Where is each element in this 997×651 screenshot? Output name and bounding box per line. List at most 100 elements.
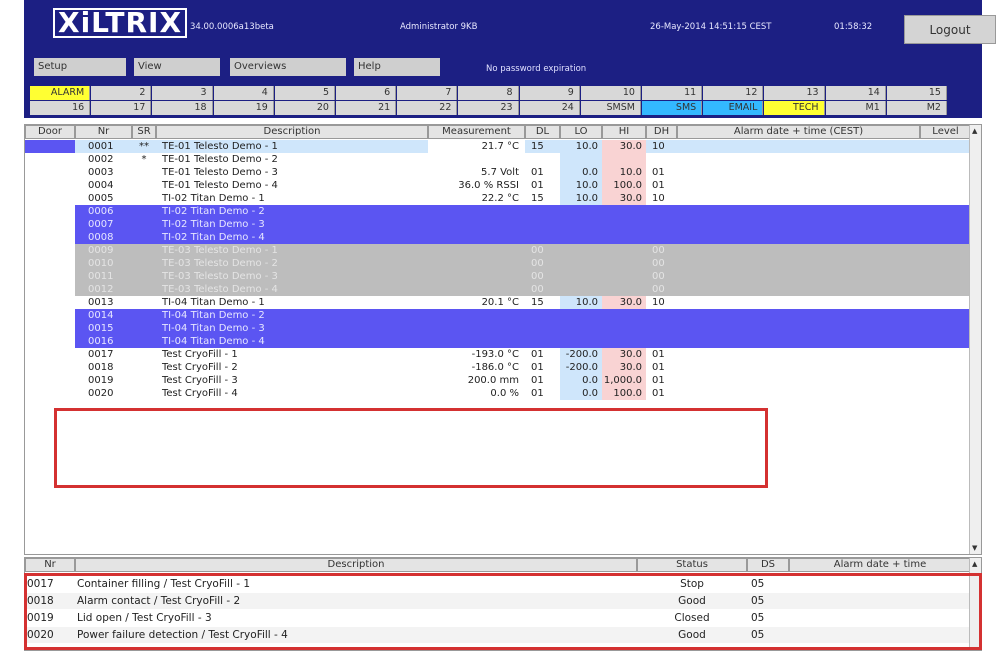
table-row[interactable]: 0004 TE-01 Telesto Demo - 4 36.0 % RSSI 01 1… bbox=[25, 179, 971, 192]
tab-16[interactable]: 16 bbox=[30, 101, 91, 115]
tab-8[interactable]: 8 bbox=[458, 86, 519, 100]
column-header-measurement[interactable]: Measurement bbox=[428, 125, 525, 139]
tab-alarm[interactable]: ALARM bbox=[30, 86, 91, 100]
table-row[interactable]: 0002 * TE-01 Telesto Demo - 2 bbox=[25, 153, 971, 166]
cell-door bbox=[25, 153, 75, 166]
tab-23[interactable]: 23 bbox=[458, 101, 519, 115]
column-header-sr[interactable]: SR bbox=[132, 125, 156, 139]
cell-meas bbox=[428, 244, 525, 257]
logout-button[interactable]: Logout bbox=[904, 15, 996, 44]
cell-dh: 10 bbox=[652, 297, 665, 308]
tab-4[interactable]: 4 bbox=[213, 86, 274, 100]
tab-m1[interactable]: M1 bbox=[825, 101, 886, 115]
vertical-scrollbar[interactable]: ▲ ▼ bbox=[969, 125, 981, 554]
tab-sms[interactable]: SMS bbox=[642, 101, 703, 115]
tab-email[interactable]: EMAIL bbox=[703, 101, 764, 115]
event-cell-status: Closed bbox=[674, 612, 710, 624]
column-header-door[interactable]: Door bbox=[25, 125, 75, 139]
table-row[interactable]: 0015 TI-04 Titan Demo - 3 bbox=[25, 322, 971, 335]
event-cell-status: Good bbox=[678, 595, 706, 607]
menu-setup[interactable]: Setup bbox=[34, 58, 126, 76]
column-header-hi[interactable]: HI bbox=[602, 125, 646, 139]
table-row[interactable]: 0010 TE-03 Telesto Demo - 2 00 00 bbox=[25, 257, 971, 270]
tab-5[interactable]: 5 bbox=[274, 86, 335, 100]
event-column-header-description[interactable]: Description bbox=[75, 558, 637, 572]
table-row[interactable]: 0009 TE-03 Telesto Demo - 1 00 00 bbox=[25, 244, 971, 257]
cell-level bbox=[920, 348, 971, 361]
tab-20[interactable]: 20 bbox=[274, 101, 335, 115]
cell-alarm bbox=[677, 348, 920, 361]
table-row[interactable]: 0007 TI-02 Titan Demo - 3 bbox=[25, 218, 971, 231]
tab-24[interactable]: 24 bbox=[519, 101, 580, 115]
scroll-up-icon[interactable]: ▲ bbox=[972, 127, 977, 135]
cell-alarm bbox=[677, 205, 920, 218]
tab-17[interactable]: 17 bbox=[91, 101, 152, 115]
tab-m2[interactable]: M2 bbox=[886, 101, 947, 115]
table-row[interactable]: 0019 Test CryoFill - 3 200.0 mm 01 0.0 1,000.… bbox=[25, 374, 971, 387]
table-row[interactable]: 0014 TI-04 Titan Demo - 2 bbox=[25, 309, 971, 322]
cell-door bbox=[25, 140, 75, 153]
event-row[interactable]: 0018 Alarm contact / Test CryoFill - 2 Goo… bbox=[25, 593, 971, 609]
column-header-level[interactable]: Level bbox=[920, 125, 971, 139]
column-header-nr[interactable]: Nr bbox=[75, 125, 132, 139]
table-row[interactable]: 0008 TI-02 Titan Demo - 4 bbox=[25, 231, 971, 244]
table-row[interactable]: 0012 TE-03 Telesto Demo - 4 00 00 bbox=[25, 283, 971, 296]
cell-level bbox=[920, 205, 971, 218]
cell-sr bbox=[132, 166, 156, 179]
table-row[interactable]: 0013 TI-04 Titan Demo - 1 20.1 °C 15 10.0 30.… bbox=[25, 296, 971, 309]
event-column-header-status[interactable]: Status bbox=[637, 558, 747, 572]
cell-desc: Test CryoFill - 2 bbox=[162, 362, 238, 373]
event-column-header-ds[interactable]: DS bbox=[747, 558, 789, 572]
table-row[interactable]: 0011 TE-03 Telesto Demo - 3 00 00 bbox=[25, 270, 971, 283]
table-row[interactable]: 0016 TI-04 Titan Demo - 4 bbox=[25, 335, 971, 348]
event-row[interactable]: 0020 Power failure detection / Test CryoF… bbox=[25, 627, 971, 643]
cell-dh: 01 bbox=[652, 375, 665, 386]
event-row[interactable]: 0019 Lid open / Test CryoFill - 3 Closed 05 bbox=[25, 610, 971, 626]
cell-meas bbox=[428, 231, 525, 244]
table-row[interactable]: 0006 TI-02 Titan Demo - 2 bbox=[25, 205, 971, 218]
tab-19[interactable]: 19 bbox=[213, 101, 274, 115]
menu-overviews[interactable]: Overviews bbox=[230, 58, 346, 76]
tab-smsm[interactable]: SMSM bbox=[580, 101, 641, 115]
menu-view[interactable]: View bbox=[134, 58, 220, 76]
tab-9[interactable]: 9 bbox=[519, 86, 580, 100]
tab-12[interactable]: 12 bbox=[703, 86, 764, 100]
event-column-header-alarm-date-time[interactable]: Alarm date + time bbox=[789, 558, 971, 572]
column-header-alarm-date-time-cest[interactable]: Alarm date + time (CEST) bbox=[677, 125, 920, 139]
cell-dh bbox=[646, 335, 677, 348]
tab-7[interactable]: 7 bbox=[397, 86, 458, 100]
column-header-dh[interactable]: DH bbox=[646, 125, 677, 139]
event-scroll-up-icon[interactable]: ▲ bbox=[972, 560, 977, 568]
scroll-down-icon[interactable]: ▼ bbox=[972, 544, 977, 552]
table-row[interactable]: 0018 Test CryoFill - 2 -186.0 °C 01 -200.0 30… bbox=[25, 361, 971, 374]
table-row[interactable]: 0001 ** TE-01 Telesto Demo - 1 21.7 °C 15 10.… bbox=[25, 140, 971, 153]
event-cell-desc: Power failure detection / Test CryoFill … bbox=[77, 629, 288, 641]
tab-tech[interactable]: TECH bbox=[764, 101, 825, 115]
event-scrollbar[interactable]: ▲ bbox=[969, 558, 981, 650]
tab-21[interactable]: 21 bbox=[336, 101, 397, 115]
event-cell-ds: 05 bbox=[751, 612, 765, 624]
tab-13[interactable]: 13 bbox=[764, 86, 825, 100]
tab-6[interactable]: 6 bbox=[336, 86, 397, 100]
tab-11[interactable]: 11 bbox=[642, 86, 703, 100]
event-row[interactable]: 0017 Container filling / Test CryoFill - … bbox=[25, 576, 971, 592]
tab-22[interactable]: 22 bbox=[397, 101, 458, 115]
column-header-description[interactable]: Description bbox=[156, 125, 428, 139]
table-row[interactable]: 0003 TE-01 Telesto Demo - 3 5.7 Volt 01 0.0 1… bbox=[25, 166, 971, 179]
table-row[interactable]: 0005 TI-02 Titan Demo - 1 22.2 °C 15 10.0 30.… bbox=[25, 192, 971, 205]
menu-help[interactable]: Help bbox=[354, 58, 440, 76]
cell-hi bbox=[602, 322, 646, 335]
table-row[interactable]: 0020 Test CryoFill - 4 0.0 % 01 0.0 100.0 01 bbox=[25, 387, 971, 400]
tab-2[interactable]: 2 bbox=[91, 86, 152, 100]
tab-15[interactable]: 15 bbox=[886, 86, 947, 100]
tab-10[interactable]: 10 bbox=[580, 86, 641, 100]
column-header-lo[interactable]: LO bbox=[560, 125, 602, 139]
cell-desc: Test CryoFill - 4 bbox=[162, 388, 238, 399]
table-row[interactable]: 0017 Test CryoFill - 1 -193.0 °C 01 -200.0 30… bbox=[25, 348, 971, 361]
tab-18[interactable]: 18 bbox=[152, 101, 213, 115]
event-column-header-nr[interactable]: Nr bbox=[25, 558, 75, 572]
tab-3[interactable]: 3 bbox=[152, 86, 213, 100]
cell-lo bbox=[560, 205, 602, 218]
tab-14[interactable]: 14 bbox=[825, 86, 886, 100]
column-header-dl[interactable]: DL bbox=[525, 125, 560, 139]
